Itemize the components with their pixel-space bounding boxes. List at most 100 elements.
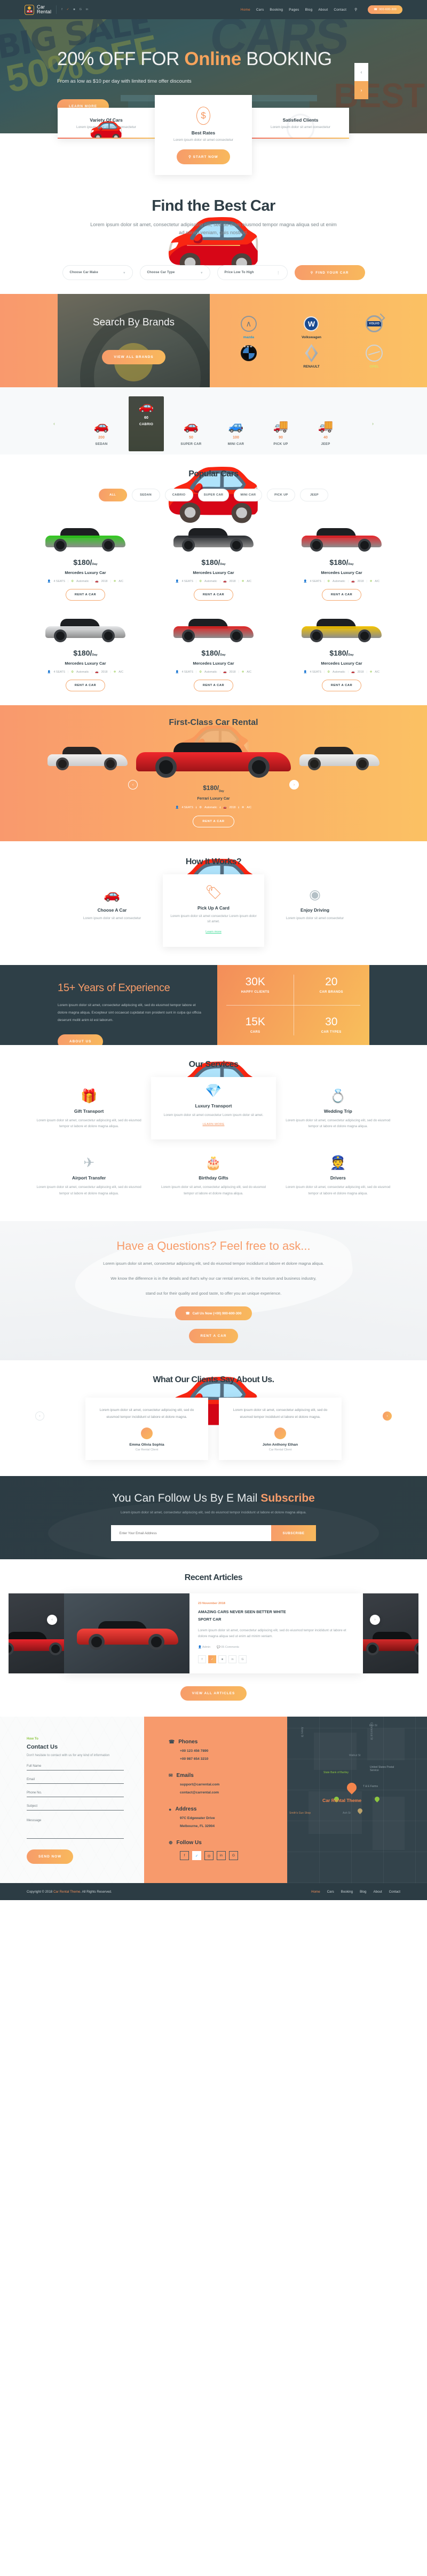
map-marker-main[interactable] [345, 1781, 359, 1797]
nav-item-booking[interactable]: Booking [270, 8, 283, 12]
email-field[interactable] [110, 1525, 271, 1542]
seats-icon: 👤 [47, 671, 51, 674]
subject-field[interactable]: Subject [27, 1805, 124, 1811]
footer-nav-home[interactable]: Home [311, 1890, 320, 1894]
feature-title: Variety Of Cars [90, 117, 123, 123]
car-type-jeep[interactable]: 🚚 40 JEEP [308, 420, 343, 446]
call-us-button[interactable]: ☎ Call Us Now (+00) 900-600-300 [175, 1306, 252, 1321]
tab-all[interactable]: ALL [98, 489, 127, 502]
learn-more-link[interactable]: LEARN MORE [202, 1123, 224, 1126]
footer-nav-cars[interactable]: Cars [327, 1890, 334, 1894]
nav-item-cars[interactable]: Cars [256, 8, 264, 12]
car-type-super-car[interactable]: 🚗 50 SUPER CAR [173, 420, 209, 446]
opel-icon [366, 344, 383, 362]
rent-a-car-button[interactable]: RENT A CAR [188, 1329, 239, 1344]
service-title: Wedding Trip [323, 1108, 352, 1114]
type-count: 100 [233, 436, 239, 440]
types-next-button[interactable]: › [372, 421, 374, 426]
footer-nav-blog[interactable]: Blog [360, 1890, 366, 1894]
twitter-icon[interactable]: ✓ [192, 1851, 201, 1861]
instagram-icon[interactable]: ◎ [204, 1851, 213, 1861]
step-desc: Lorem ipsum dolor sit amet consectetur [83, 916, 141, 920]
google-icon[interactable]: G [239, 1655, 247, 1664]
subscribe-button[interactable]: SUBSCRIBE [271, 1525, 317, 1542]
logo[interactable]: Car Rental [25, 4, 51, 15]
type-label: MINI CAR [227, 442, 244, 446]
nav-item-contact[interactable]: Contact [334, 8, 346, 12]
car-type-cabrio[interactable]: 🚗 60 CABRIO [129, 396, 164, 451]
linkedin-icon[interactable]: in [86, 8, 88, 11]
youtube-icon[interactable]: ■ [73, 8, 75, 11]
price-sort-select[interactable]: Price Low To High ⋮ [217, 265, 288, 281]
find-your-car-button[interactable]: ⚲ FIND YOUR CAR [294, 265, 365, 281]
location-map[interactable]: Elm St Commercial St Walnut St Ash St Am… [287, 1717, 427, 1884]
twitter-icon[interactable]: ✓ [67, 8, 69, 11]
testimonial-name: John Anthony Ethan [262, 1443, 298, 1447]
phone-field[interactable]: Phone No. [27, 1791, 124, 1798]
year-value: 2018 [229, 806, 236, 809]
articles-next-button[interactable]: › [370, 1615, 380, 1625]
full-name-field[interactable]: Full Name [27, 1765, 124, 1771]
car-type-sedan[interactable]: 🚗 200 SEDAN [84, 420, 119, 446]
tab-super-car[interactable]: SUPER CAR [197, 489, 230, 502]
brand-item-volkswagen[interactable]: W Volkswagen [280, 313, 343, 339]
car-make-select[interactable]: Choose Car Make ▾ [62, 265, 133, 281]
brand-item-opel[interactable]: OPEL [343, 342, 406, 369]
hero-prev-button[interactable]: ‹ [354, 63, 368, 81]
nav-item-about[interactable]: About [318, 8, 328, 12]
section-title: Our Services [188, 1059, 239, 1069]
twitter-icon[interactable]: ✓ [208, 1655, 216, 1664]
rent-a-car-button[interactable]: RENT A CAR [193, 589, 234, 601]
tab-sedan[interactable]: SEDAN [131, 489, 160, 502]
view-all-brands-button[interactable]: VIEW ALL BRANDS [102, 350, 165, 365]
types-prev-button[interactable]: ‹ [53, 421, 55, 426]
brand-item-volvo[interactable]: VOLVO . [343, 313, 406, 339]
brand-item-mazda[interactable]: ∧ mazda [217, 313, 280, 339]
youtube-icon[interactable]: ■ [218, 1655, 226, 1664]
firstclass-rent-button[interactable]: RENT A CAR [193, 815, 234, 827]
seats-icon: 👤 [175, 806, 179, 809]
linkedin-icon[interactable]: in [228, 1655, 236, 1664]
learn-more-link[interactable]: Learn more [205, 930, 222, 934]
search-icon[interactable]: ⚲ [354, 7, 357, 12]
brand-item-bmw[interactable]: . [217, 342, 280, 369]
rent-a-car-button[interactable]: RENT A CAR [65, 680, 106, 692]
start-now-button[interactable]: ⚲ START NOW [177, 149, 230, 164]
type-label: SEDAN [95, 442, 108, 446]
tab-mini-car[interactable]: MINI CAR [234, 489, 263, 502]
price-unit: Day [92, 653, 98, 657]
nav-item-blog[interactable]: Blog [305, 8, 313, 12]
rent-a-car-button[interactable]: RENT A CAR [65, 589, 106, 601]
footer-nav-contact[interactable]: Contact [389, 1890, 400, 1894]
article-side-right[interactable] [363, 1593, 418, 1674]
car-type-mini-car[interactable]: 🚙 100 MINI CAR [218, 420, 254, 446]
rent-a-car-button[interactable]: RENT A CAR [321, 680, 362, 692]
footer-nav-about[interactable]: About [374, 1890, 382, 1894]
feature-desc: Lorem ipsum dolor sit amet consectetur [76, 125, 136, 129]
facebook-icon[interactable]: f [61, 8, 62, 11]
tab-pick-up[interactable]: PICK UP [267, 489, 296, 502]
car-type-select[interactable]: Choose Car Type ▾ [139, 265, 210, 281]
facebook-icon[interactable]: f [198, 1655, 206, 1664]
tab-cabrio[interactable]: CABRIO [164, 489, 193, 502]
articles-prev-button[interactable]: ‹ [47, 1615, 57, 1625]
email-field[interactable]: Email [27, 1778, 124, 1784]
article-side-left[interactable] [9, 1593, 64, 1674]
facebook-icon[interactable]: f [180, 1851, 189, 1861]
view-all-articles-button[interactable]: VIEW ALL ARTICLES [180, 1686, 247, 1701]
linkedin-icon[interactable]: in [217, 1851, 226, 1861]
google-icon[interactable]: G [80, 8, 82, 11]
phone-button[interactable]: ☎ 900-600-300 [368, 5, 402, 14]
car-type-pick-up[interactable]: 🚚 90 PICK UP [263, 420, 298, 446]
rent-a-car-button[interactable]: RENT A CAR [321, 589, 362, 601]
google-icon[interactable]: G [229, 1851, 238, 1861]
send-now-button[interactable]: SEND NOW [27, 1849, 74, 1864]
nav-item-home[interactable]: Home [241, 8, 250, 12]
tab-jeep[interactable]: JEEP [300, 489, 329, 502]
message-field[interactable]: Messsage [27, 1819, 124, 1839]
footer-nav-booking[interactable]: Booking [341, 1890, 353, 1894]
brand-item-renault[interactable]: RENAULT [280, 342, 343, 369]
nav-item-pages[interactable]: Pages [289, 8, 299, 12]
stat-label: CARS [250, 1030, 260, 1034]
rent-a-car-button[interactable]: RENT A CAR [193, 680, 234, 692]
